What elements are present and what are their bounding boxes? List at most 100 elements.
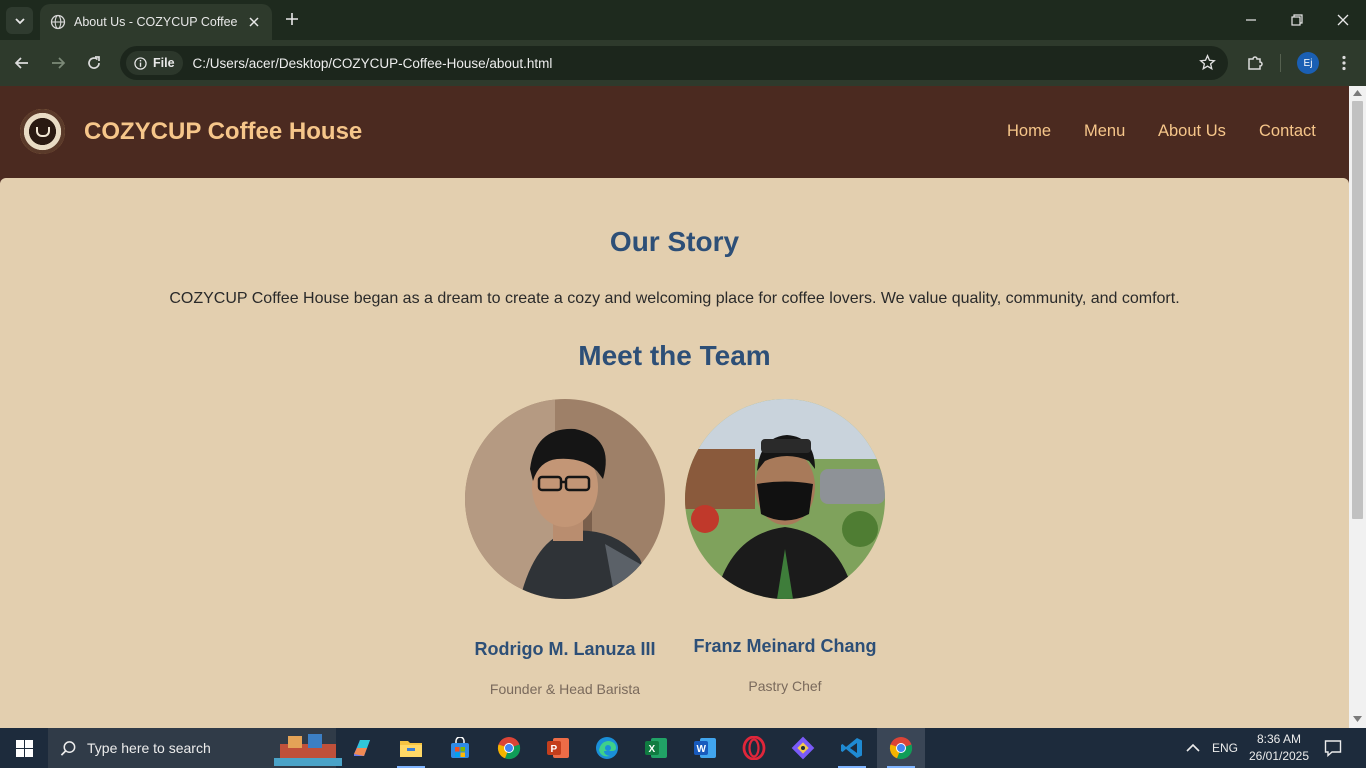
svg-text:P: P [551,744,558,755]
notification-center-button[interactable] [1324,728,1342,768]
taskbar-app-chrome[interactable] [485,728,533,768]
file-explorer-icon [400,741,422,757]
nav-menu[interactable]: Menu [1084,122,1125,141]
more-vertical-icon [1342,55,1346,71]
taskbar-app-word[interactable]: W [681,728,729,768]
taskbar-app-git[interactable] [779,728,827,768]
team-member-name: Franz Meinard Chang [693,636,877,656]
copilot-icon [354,740,370,756]
profile-avatar[interactable]: Ej [1297,52,1319,74]
chevron-up-icon [1186,743,1200,752]
close-window-button[interactable] [1320,0,1366,40]
browser-toolbar: File C:/Users/acer/Desktop/COZYCUP-Coffe… [0,40,1366,86]
taskbar-app-edge[interactable] [583,728,631,768]
close-icon [1337,14,1349,26]
arrow-left-icon [14,57,28,69]
main-content: Our Story COZYCUP Coffee House began as … [0,178,1349,728]
chrome-icon [497,737,521,760]
windows-logo-icon [15,739,33,757]
new-tab-button[interactable] [282,9,302,29]
restore-button[interactable] [1274,0,1320,40]
nav-home[interactable]: Home [1007,122,1051,141]
team-member-role: Pastry Chef [748,678,822,694]
plus-icon [286,13,298,25]
tab-title: About Us - COZYCUP Coffee House [74,15,240,29]
team-member-photo [465,399,665,599]
site-header: COZYCUP Coffee House Home Menu About Us … [0,86,1349,178]
nav-about-us[interactable]: About Us [1158,122,1226,141]
svg-text:X: X [649,744,656,755]
url-text[interactable]: C:/Users/acer/Desktop/COZYCUP-Coffee-Hou… [193,56,553,71]
browser-menu-button[interactable] [1331,50,1357,76]
team-member-card: Franz Meinard Chang Pastry Chef [685,399,885,694]
notification-icon [1324,740,1342,757]
edge-icon [596,737,618,759]
vscode-icon [841,738,862,758]
back-button[interactable] [9,50,35,76]
extensions-button[interactable] [1242,50,1268,76]
info-icon [134,56,147,70]
team-member-role: Founder & Head Barista [489,681,641,697]
taskbar-app-excel[interactable]: X [632,728,680,768]
scroll-up-arrow-icon[interactable] [1353,90,1362,96]
tray-overflow-button[interactable] [1186,728,1200,768]
site-info-label: File [153,56,175,70]
store-icon [451,737,469,758]
clock-date: 26/01/2025 [1248,749,1310,763]
start-button[interactable] [0,728,48,768]
taskbar-search[interactable]: Type here to search [48,728,342,768]
search-placeholder: Type here to search [87,740,211,756]
toolbar-divider [1280,54,1281,72]
puzzle-icon [1248,56,1263,70]
page-viewport: COZYCUP Coffee House Home Menu About Us … [0,86,1366,728]
reload-icon [88,56,100,69]
reload-button[interactable] [81,50,107,76]
bookmark-star-button[interactable] [1199,54,1216,76]
team-heading: Meet the Team [578,340,771,371]
taskbar-app-file-explorer[interactable] [387,728,435,768]
excel-icon: X [645,738,667,758]
site-info-chip[interactable]: File [126,51,183,75]
taskbar-app-opera[interactable] [730,728,778,768]
team-member-photo [685,399,885,599]
story-heading: Our Story [609,226,740,257]
team-member-card: Rodrigo M. Lanuza III Founder & Head Bar… [465,399,665,697]
taskbar-app-chrome-active[interactable] [877,728,925,768]
opera-icon [742,736,766,760]
svg-text:W: W [697,744,707,755]
team-member-name: Rodrigo M. Lanuza III [474,639,656,659]
scrollbar-thumb[interactable] [1352,101,1363,519]
scroll-down-arrow-icon[interactable] [1353,716,1362,722]
search-highlight-icon [274,734,342,766]
site-brand[interactable]: COZYCUP Coffee House [84,118,362,146]
taskbar-app-vscode[interactable] [828,728,876,768]
globe-icon [50,14,66,30]
active-tab[interactable]: About Us - COZYCUP Coffee House [40,4,272,40]
restore-icon [1291,14,1303,26]
taskbar-app-copilot[interactable] [338,728,386,768]
browser-titlebar: About Us - COZYCUP Coffee House [0,0,1366,40]
taskbar-app-store[interactable] [436,728,484,768]
arrow-right-icon [52,57,66,69]
tab-search-button[interactable] [6,7,33,34]
language-indicator[interactable]: ENG [1212,728,1238,768]
windows-taskbar: Type here to search P X W ENG 8:36 AM 26… [0,728,1366,768]
clock-time: 8:36 AM [1256,732,1302,746]
git-icon [791,736,815,760]
tab-close-button[interactable] [246,14,262,30]
chrome-active-icon [889,737,913,760]
minimize-button[interactable] [1228,0,1274,40]
taskbar-clock[interactable]: 8:36 AM 26/01/2025 [1244,731,1314,765]
taskbar-app-powerpoint[interactable]: P [534,728,582,768]
close-icon [249,17,259,27]
page-scrollbar[interactable] [1349,86,1366,728]
chevron-down-icon [14,17,25,24]
star-icon [1199,54,1216,71]
powerpoint-icon: P [547,738,569,758]
story-text: COZYCUP Coffee House began as a dream to… [169,290,1180,307]
search-icon [60,740,76,756]
nav-contact[interactable]: Contact [1259,122,1316,141]
coffee-logo-icon[interactable] [20,109,65,154]
forward-button[interactable] [45,50,71,76]
address-bar[interactable]: File C:/Users/acer/Desktop/COZYCUP-Coffe… [120,46,1228,80]
